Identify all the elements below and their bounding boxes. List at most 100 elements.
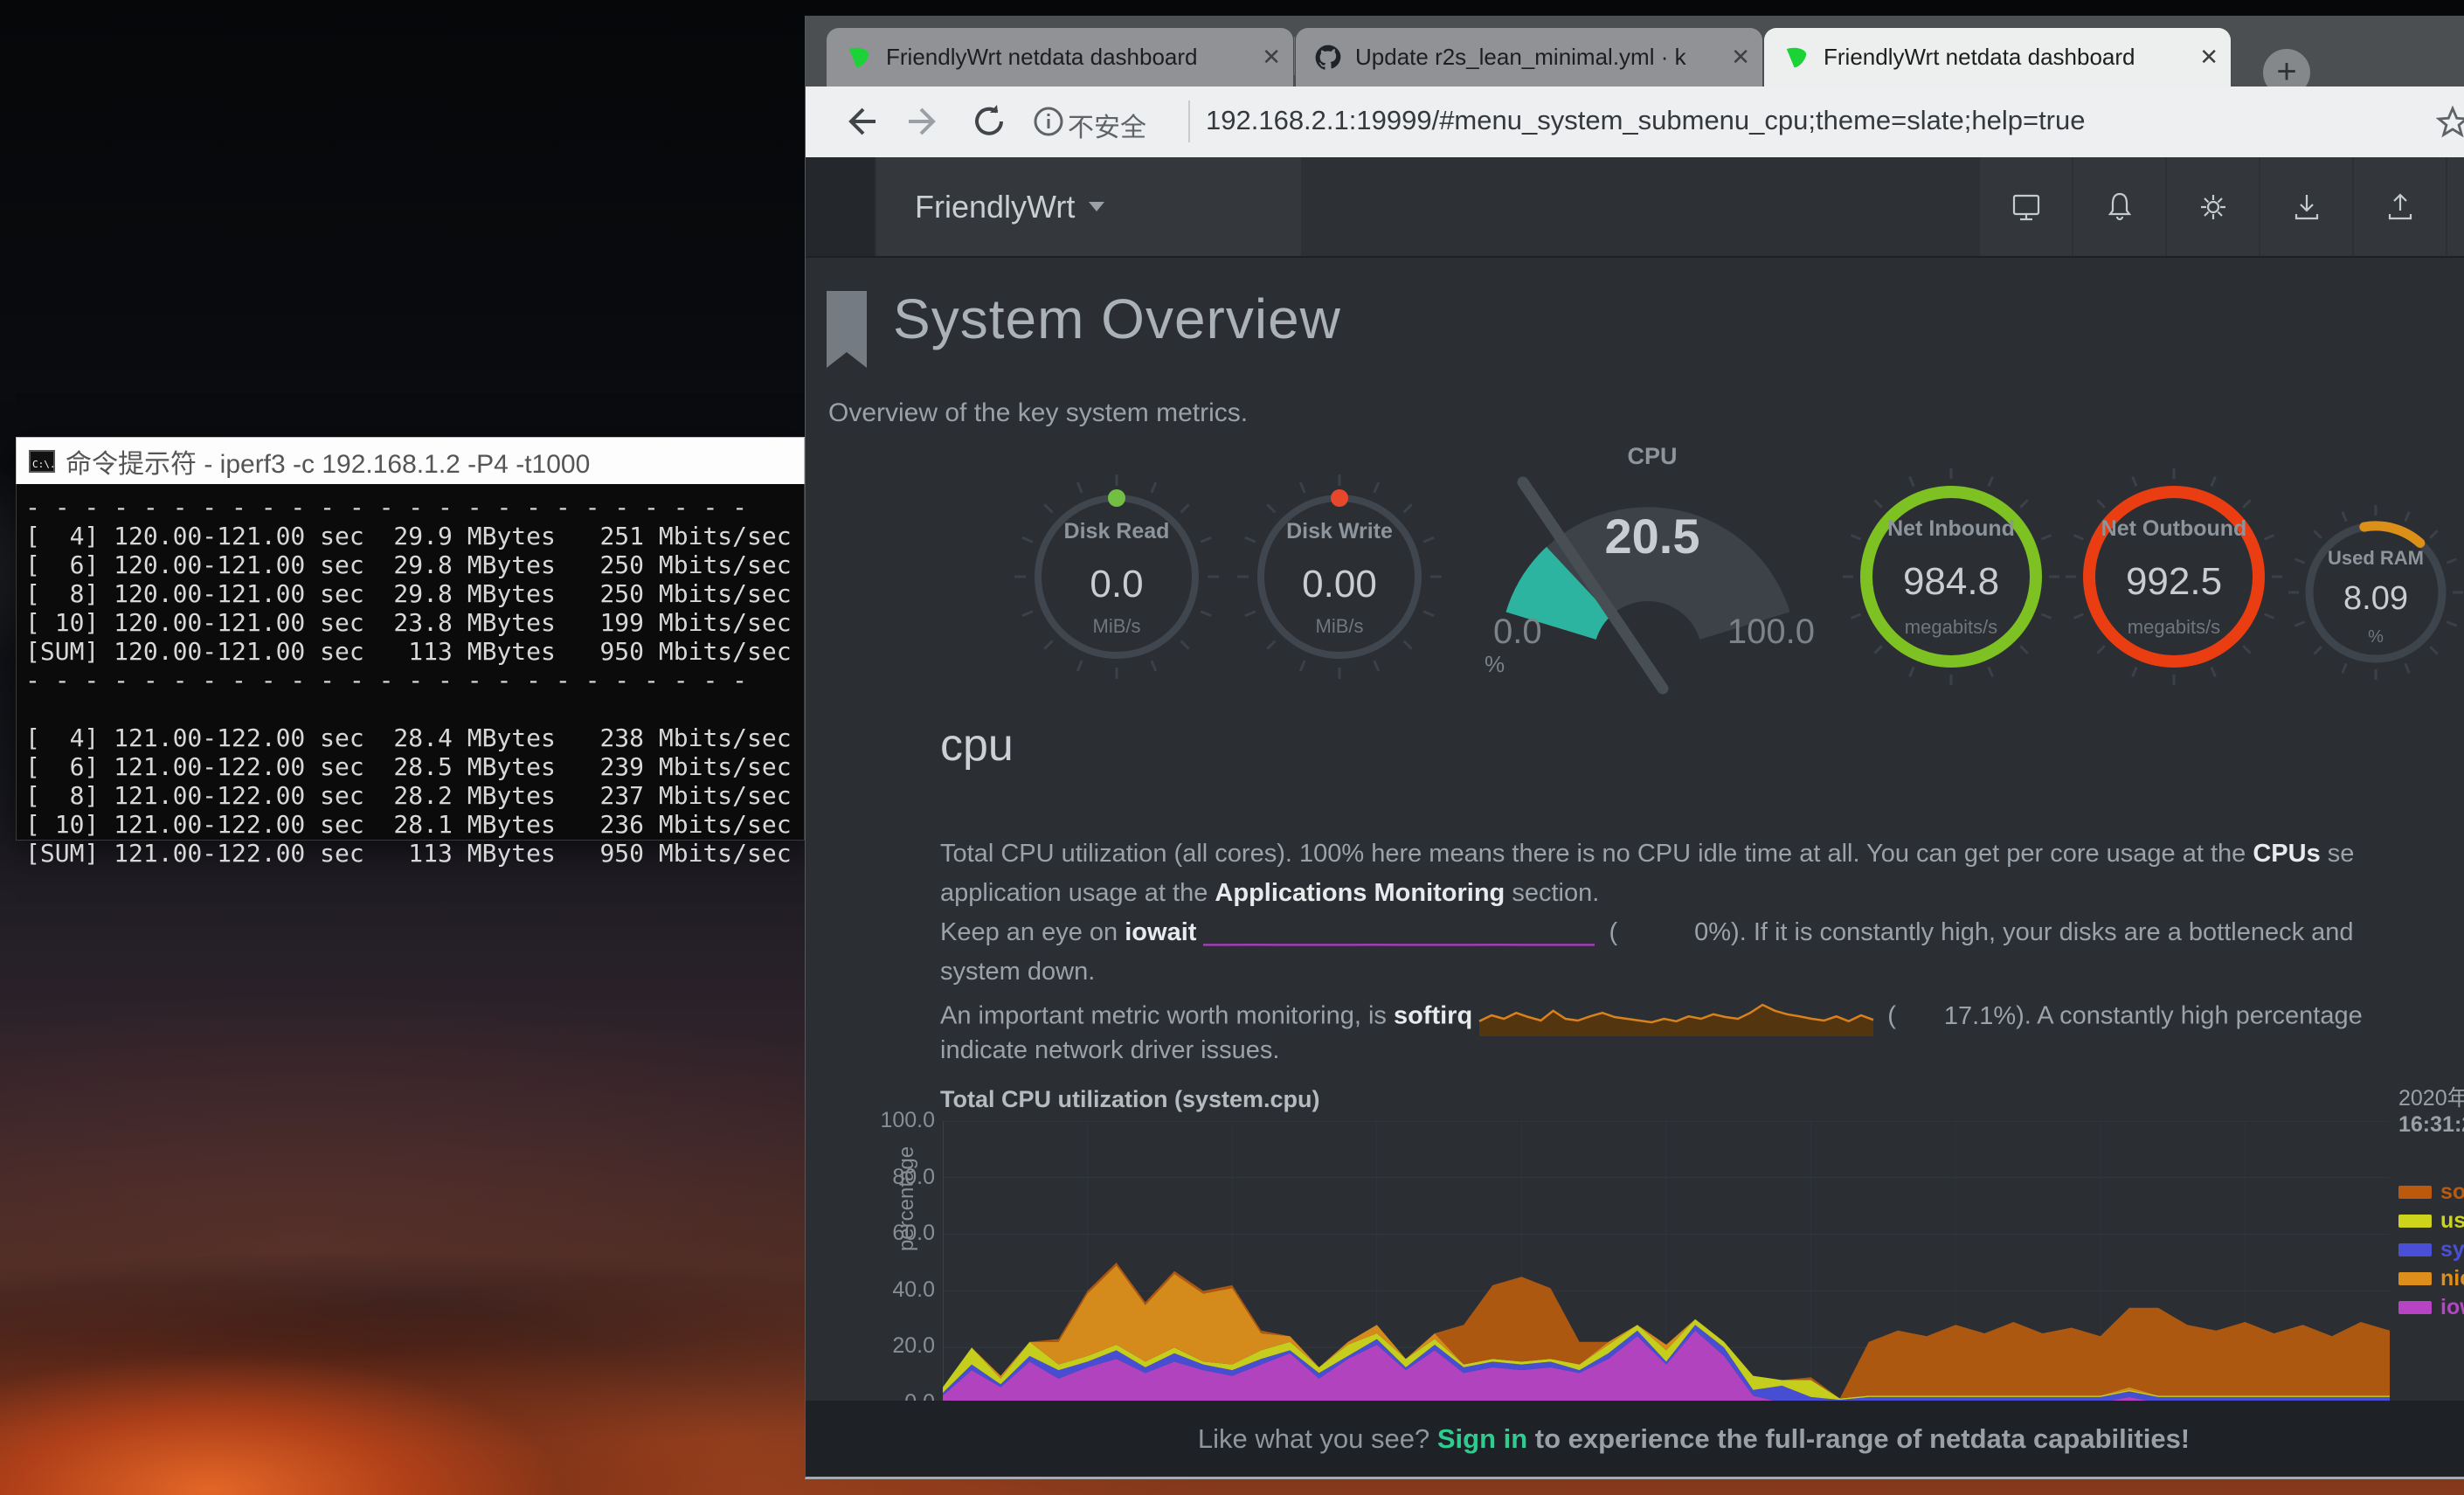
back-arrow-icon[interactable]: [839, 100, 881, 142]
gauge-unit: megabits/s: [1833, 616, 2069, 639]
gauge-value: 0.0: [1003, 563, 1230, 606]
gauge-unit: megabits/s: [2056, 616, 2292, 639]
inline-link[interactable]: Applications Monitoring: [1215, 879, 1505, 907]
gauge-value: 20.5: [1478, 508, 1827, 564]
tab-label: Update r2s_lean_minimal.yml · k: [1355, 44, 1722, 71]
gauge-cpu[interactable]: CPU 20.5 0.0 100.0 %: [1478, 441, 1827, 703]
signin-text: Like what you see?: [1198, 1423, 1437, 1455]
monitor-icon: [2009, 190, 2044, 225]
paragraph-text: softirq: [1394, 1002, 1472, 1030]
host-dropdown[interactable]: FriendlyWrt: [876, 157, 1301, 256]
tab-netdata-2-active[interactable]: FriendlyWrt netdata dashboard ✕: [1764, 28, 2231, 87]
gauge-disk-write[interactable]: Disk Write 0.00 MiB/s: [1226, 463, 1453, 690]
gauge-max: 100.0: [1727, 613, 1815, 652]
tab-close-icon[interactable]: ✕: [1731, 44, 1750, 71]
gauge-label: Net Outbound: [2056, 516, 2292, 542]
monitor-button[interactable]: [1980, 157, 2072, 256]
settings-gear-icon: [2196, 190, 2231, 225]
paragraph-text: Total CPU utilization (all cores). 100% …: [940, 840, 2253, 868]
paragraph-text: se: [2321, 840, 2355, 868]
cpu-paragraph-line: An important metric worth monitoring, is…: [940, 997, 2363, 1036]
softirq-sparkline[interactable]: [1478, 997, 1875, 1037]
legend-swatch: [2398, 1243, 2432, 1256]
iowait-sparkline[interactable]: [1201, 918, 1596, 948]
legend-label: softirq: [2440, 1180, 2464, 1205]
gauge-label: Net Inbound: [1833, 516, 2069, 542]
legend-item-system[interactable]: system: [2398, 1235, 2464, 1264]
export-button[interactable]: [2354, 157, 2446, 256]
paragraph-text: section.: [1505, 879, 1599, 907]
cpu-paragraph-line: Total CPU utilization (all cores). 100% …: [940, 840, 2354, 879]
reload-icon[interactable]: [968, 100, 1010, 142]
settings-button[interactable]: [2167, 157, 2259, 256]
tab-divider: [1294, 37, 1295, 75]
y-axis-label: percentage: [895, 1103, 919, 1295]
paragraph-text: application usage at the: [940, 879, 1215, 907]
upload-icon: [2383, 190, 2418, 225]
gauge-disk-read[interactable]: Disk Read 0.0 MiB/s: [1003, 463, 1230, 690]
terminal-window[interactable]: C:\. 命令提示符 - iperf3 -c 192.168.1.2 -P4 -…: [16, 437, 805, 841]
gauge-label: Disk Write: [1226, 519, 1453, 544]
alarm-bell-icon: [2102, 190, 2137, 225]
legend-label: user: [2440, 1208, 2464, 1234]
gauge-net-outbound[interactable]: Net Outbound 992.5 megabits/s: [2056, 459, 2292, 695]
gauge-used-ram[interactable]: Used RAM 8.09 %: [2280, 496, 2464, 689]
paragraph-text: system down.: [940, 958, 1095, 986]
netdata-navbar: FriendlyWrt: [806, 157, 2464, 258]
legend-item-nice[interactable]: nice: [2398, 1264, 2464, 1293]
gauge-min: 0.0: [1493, 613, 1542, 652]
forward-arrow-icon[interactable]: [903, 100, 945, 142]
cpu-paragraph-line: Keep an eye on iowait (0%). If it is con…: [940, 918, 2354, 958]
chart-title: Total CPU utilization (system.cpu): [940, 1086, 1320, 1113]
security-label[interactable]: 不安全: [1068, 106, 1146, 144]
netdata-logo-icon: [1783, 45, 1810, 71]
terminal-text: - - - - - - - - - - - - - - - - - - - - …: [17, 484, 804, 868]
cpu-paragraph-line: system down.: [940, 958, 1095, 997]
status-dot: [1108, 489, 1125, 507]
gauge-label: Used RAM: [2280, 547, 2464, 570]
signin-link[interactable]: Sign in: [1437, 1423, 1527, 1455]
inline-link[interactable]: CPUs: [2253, 840, 2320, 868]
info-circle-icon[interactable]: [1031, 104, 1066, 139]
tab-close-icon[interactable]: ✕: [1262, 44, 1281, 71]
github-logo-icon: [1315, 45, 1341, 71]
tab-strip: FriendlyWrt netdata dashboard ✕ Update r…: [806, 16, 2464, 87]
legend-item-user[interactable]: user: [2398, 1207, 2464, 1235]
page-subtitle: Overview of the key system metrics.: [828, 398, 1248, 428]
paragraph-text: ). If it is constantly high, your disks …: [1731, 918, 2353, 946]
y-axis-tick: 20.0: [862, 1333, 935, 1359]
legend-item-softirq[interactable]: softirq: [2398, 1178, 2464, 1207]
tab-label: FriendlyWrt netdata dashboard: [886, 44, 1253, 71]
legend-item-iowait[interactable]: iowait: [2398, 1293, 2464, 1322]
paragraph-text: (: [1602, 918, 1617, 946]
signin-bar: Like what you see? Sign in to experience…: [806, 1401, 2464, 1477]
legend-label: system: [2440, 1237, 2464, 1263]
gauge-unit: MiB/s: [1003, 615, 1230, 638]
address-bar-row: 不安全 192.168.2.1:19999/#menu_system_subme…: [806, 87, 2464, 157]
host-name: FriendlyWrt: [915, 189, 1075, 225]
bookmark-star-icon[interactable]: [2436, 106, 2464, 139]
tab-close-icon[interactable]: ✕: [2199, 44, 2218, 71]
gauge-net-inbound[interactable]: Net Inbound 984.8 megabits/s: [1833, 459, 2069, 695]
bookmark-icon: [827, 291, 867, 370]
gauge-value: 8.09: [2280, 580, 2464, 618]
chart-date: 2020年3: [2398, 1081, 2464, 1112]
gauge-arc: [2364, 526, 2420, 543]
gauge-value: 0.00: [1226, 563, 1453, 606]
tab-netdata-1[interactable]: FriendlyWrt netdata dashboard ✕: [827, 28, 1293, 87]
terminal-title-bar[interactable]: C:\. 命令提示符 - iperf3 -c 192.168.1.2 -P4 -…: [16, 437, 805, 484]
gauge-label: Disk Read: [1003, 519, 1230, 544]
gauge-label: CPU: [1478, 443, 1827, 470]
tab-github[interactable]: Update r2s_lean_minimal.yml · k ✕: [1296, 28, 1762, 87]
partial-button[interactable]: [2447, 157, 2464, 256]
cpu-chart-plot[interactable]: [943, 1121, 2390, 1404]
gauge-unit: %: [1485, 651, 1505, 678]
url-field[interactable]: 192.168.2.1:19999/#menu_system_submenu_c…: [1206, 105, 2086, 136]
alarms-button[interactable]: [2073, 157, 2165, 256]
paragraph-text: iowait: [1125, 918, 1196, 946]
cpu-paragraph-line: indicate network driver issues.: [940, 1036, 1279, 1076]
chart-legend: softirq user systemniceiowait: [2398, 1178, 2464, 1322]
signin-text: to experience the full-range of netdata …: [1527, 1423, 2190, 1455]
import-button[interactable]: [2260, 157, 2352, 256]
paragraph-text: Keep an eye on: [940, 918, 1125, 946]
